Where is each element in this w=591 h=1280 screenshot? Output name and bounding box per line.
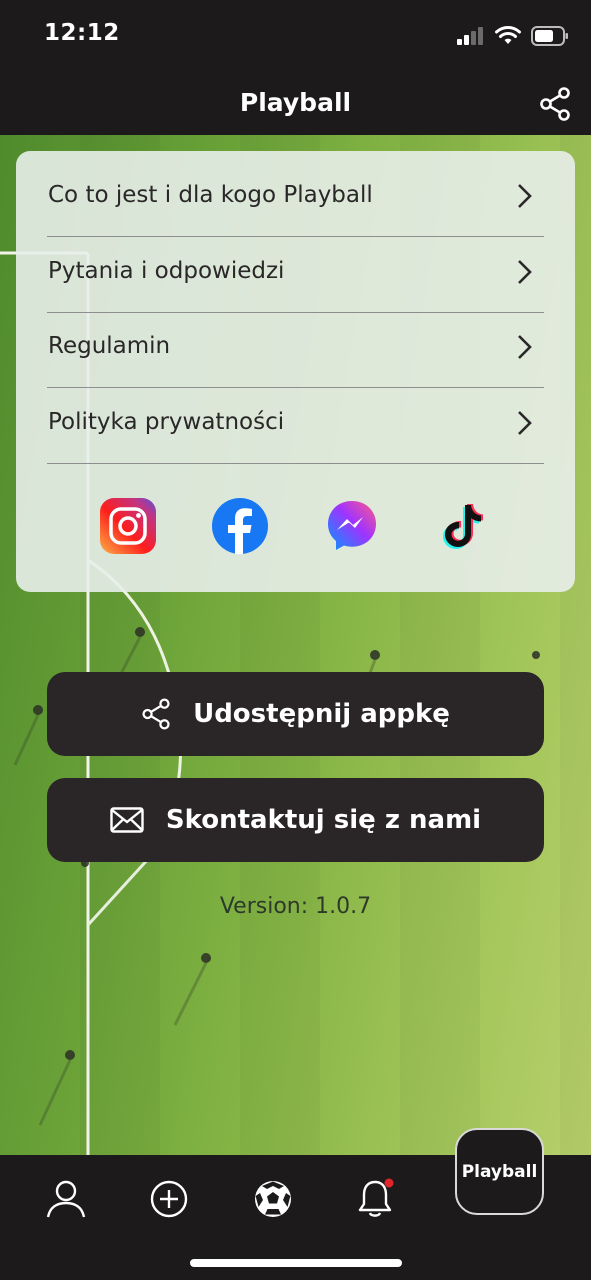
facebook-icon	[212, 498, 268, 554]
menu-item-label: Polityka prywatności	[48, 409, 285, 435]
chevron-right-icon	[518, 184, 532, 208]
menu-item-faq[interactable]: Pytania i odpowiedzi	[47, 237, 544, 313]
signal-icon	[457, 27, 483, 45]
contact-us-button[interactable]: Skontaktuj się z nami	[47, 778, 544, 862]
share-icon	[540, 87, 570, 121]
messenger-icon	[328, 501, 376, 550]
playball-tab-label: Playball	[461, 1161, 538, 1182]
profile-icon	[46, 1180, 86, 1218]
chevron-right-icon	[518, 335, 532, 359]
status-bar: 12:12	[0, 0, 591, 76]
nav-bar: Playball	[0, 76, 591, 135]
home-indicator	[190, 1259, 402, 1267]
tab-profile[interactable]	[42, 1175, 90, 1223]
contact-us-label: Skontaktuj się z nami	[165, 805, 482, 835]
status-time: 12:12	[44, 20, 120, 46]
instagram-link[interactable]	[99, 497, 157, 555]
tab-notifications[interactable]	[351, 1175, 399, 1223]
share-icon	[142, 698, 170, 730]
tiktok-icon	[443, 504, 483, 549]
battery-icon	[531, 26, 568, 46]
share-app-label: Udostępnij appkę	[193, 699, 450, 729]
tab-add[interactable]	[145, 1175, 193, 1223]
social-links	[16, 497, 575, 557]
instagram-icon	[100, 498, 156, 554]
status-icons	[457, 24, 569, 48]
add-icon	[150, 1180, 188, 1218]
menu-item-label: Pytania i odpowiedzi	[48, 258, 285, 284]
bell-icon	[358, 1178, 394, 1217]
menu-item-label: Co to jest i dla kogo Playball	[48, 182, 373, 208]
tab-matches[interactable]	[249, 1175, 297, 1223]
page-title: Playball	[239, 88, 352, 117]
mail-icon	[110, 807, 144, 833]
menu-item-label: Regulamin	[48, 333, 171, 359]
tiktok-link[interactable]	[435, 497, 493, 555]
menu-item-privacy[interactable]: Polityka prywatności	[47, 388, 544, 464]
messenger-link[interactable]	[323, 497, 381, 555]
facebook-link[interactable]	[211, 497, 269, 555]
notification-dot	[384, 1178, 394, 1188]
menu-item-about[interactable]: Co to jest i dla kogo Playball	[47, 161, 544, 237]
playball-tab-button[interactable]: Playball	[455, 1128, 544, 1215]
wifi-icon	[495, 26, 521, 44]
menu-item-terms[interactable]: Regulamin	[47, 312, 544, 388]
chevron-right-icon	[518, 260, 532, 284]
app-version: Version: 1.0.7	[219, 894, 372, 919]
info-menu-card: Co to jest i dla kogo Playball Pytania i…	[16, 151, 575, 592]
chevron-right-icon	[518, 411, 532, 435]
football-icon	[255, 1181, 291, 1217]
share-button[interactable]	[537, 86, 573, 122]
share-app-button[interactable]: Udostępnij appkę	[47, 672, 544, 756]
